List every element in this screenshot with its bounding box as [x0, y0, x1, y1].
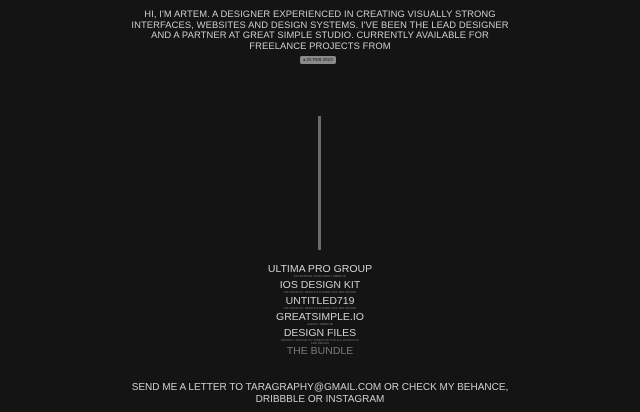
project-title: ULTIMA PRO GROUP [267, 263, 373, 275]
contact-separator: , [505, 382, 509, 393]
dribbble-link[interactable]: DRIBBBLE [256, 394, 305, 405]
project-list: ULTIMA PRO GROUP ENTERPRISE INVESTMENT W… [0, 263, 640, 357]
intro-line: FREELANCE PROJECTS FROM [249, 39, 391, 51]
behance-link[interactable]: BEHANCE [457, 382, 505, 393]
vertical-divider [318, 116, 321, 250]
project-link-the-bundle[interactable]: THE BUNDLE [0, 345, 640, 357]
instagram-link[interactable]: INSTAGRAM [326, 394, 385, 405]
project-link-untitled719[interactable]: UNTITLED719 iOS PRODUCT DESIGN KIT DIREC… [0, 295, 640, 311]
availability-date-badge: ●20 FEB 2019 [300, 56, 336, 64]
project-title: DESIGN FILES [283, 327, 357, 339]
project-title: GREATSIMPLE.IO [276, 311, 364, 323]
contact-prefix: SEND ME A LETTER TO [131, 382, 246, 393]
project-title: THE BUNDLE [286, 345, 354, 358]
project-link-design-files[interactable]: DESIGN FILES PRODUCT DESIGN KIT DIRECTOR… [0, 327, 640, 345]
page: HI, I'M ARTEM. A DESIGNER EXPERIENCED IN… [0, 0, 640, 412]
email-link[interactable]: TARAGRAPHY@GMAIL.COM [246, 382, 382, 393]
intro-line: HI, I'M ARTEM. A DESIGNER EXPERIENCED IN… [144, 8, 496, 19]
project-link-greatsimple-io[interactable]: GREATSIMPLE.IO AGENCY WEBSITE [0, 311, 640, 327]
intro-line: AND A PARTNER AT GREAT SIMPLE STUDIO. CU… [151, 29, 489, 40]
project-title: IOS DESIGN KIT [279, 279, 361, 291]
project-link-ultima-pro-group[interactable]: ULTIMA PRO GROUP ENTERPRISE INVESTMENT W… [0, 263, 640, 279]
contact-or: OR [305, 394, 326, 405]
availability-date: 20 FEB 2019 [306, 57, 333, 62]
contact-mid: OR CHECK MY [381, 382, 458, 393]
project-link-ios-design-kit[interactable]: IOS DESIGN KIT iOS PRODUCT DESIGN KIT DI… [0, 279, 640, 295]
contact-text: SEND ME A LETTER TO TARAGRAPHY@GMAIL.COM… [0, 382, 640, 406]
intro-text: HI, I'M ARTEM. A DESIGNER EXPERIENCED IN… [0, 8, 640, 51]
project-title: UNTITLED719 [285, 295, 355, 307]
